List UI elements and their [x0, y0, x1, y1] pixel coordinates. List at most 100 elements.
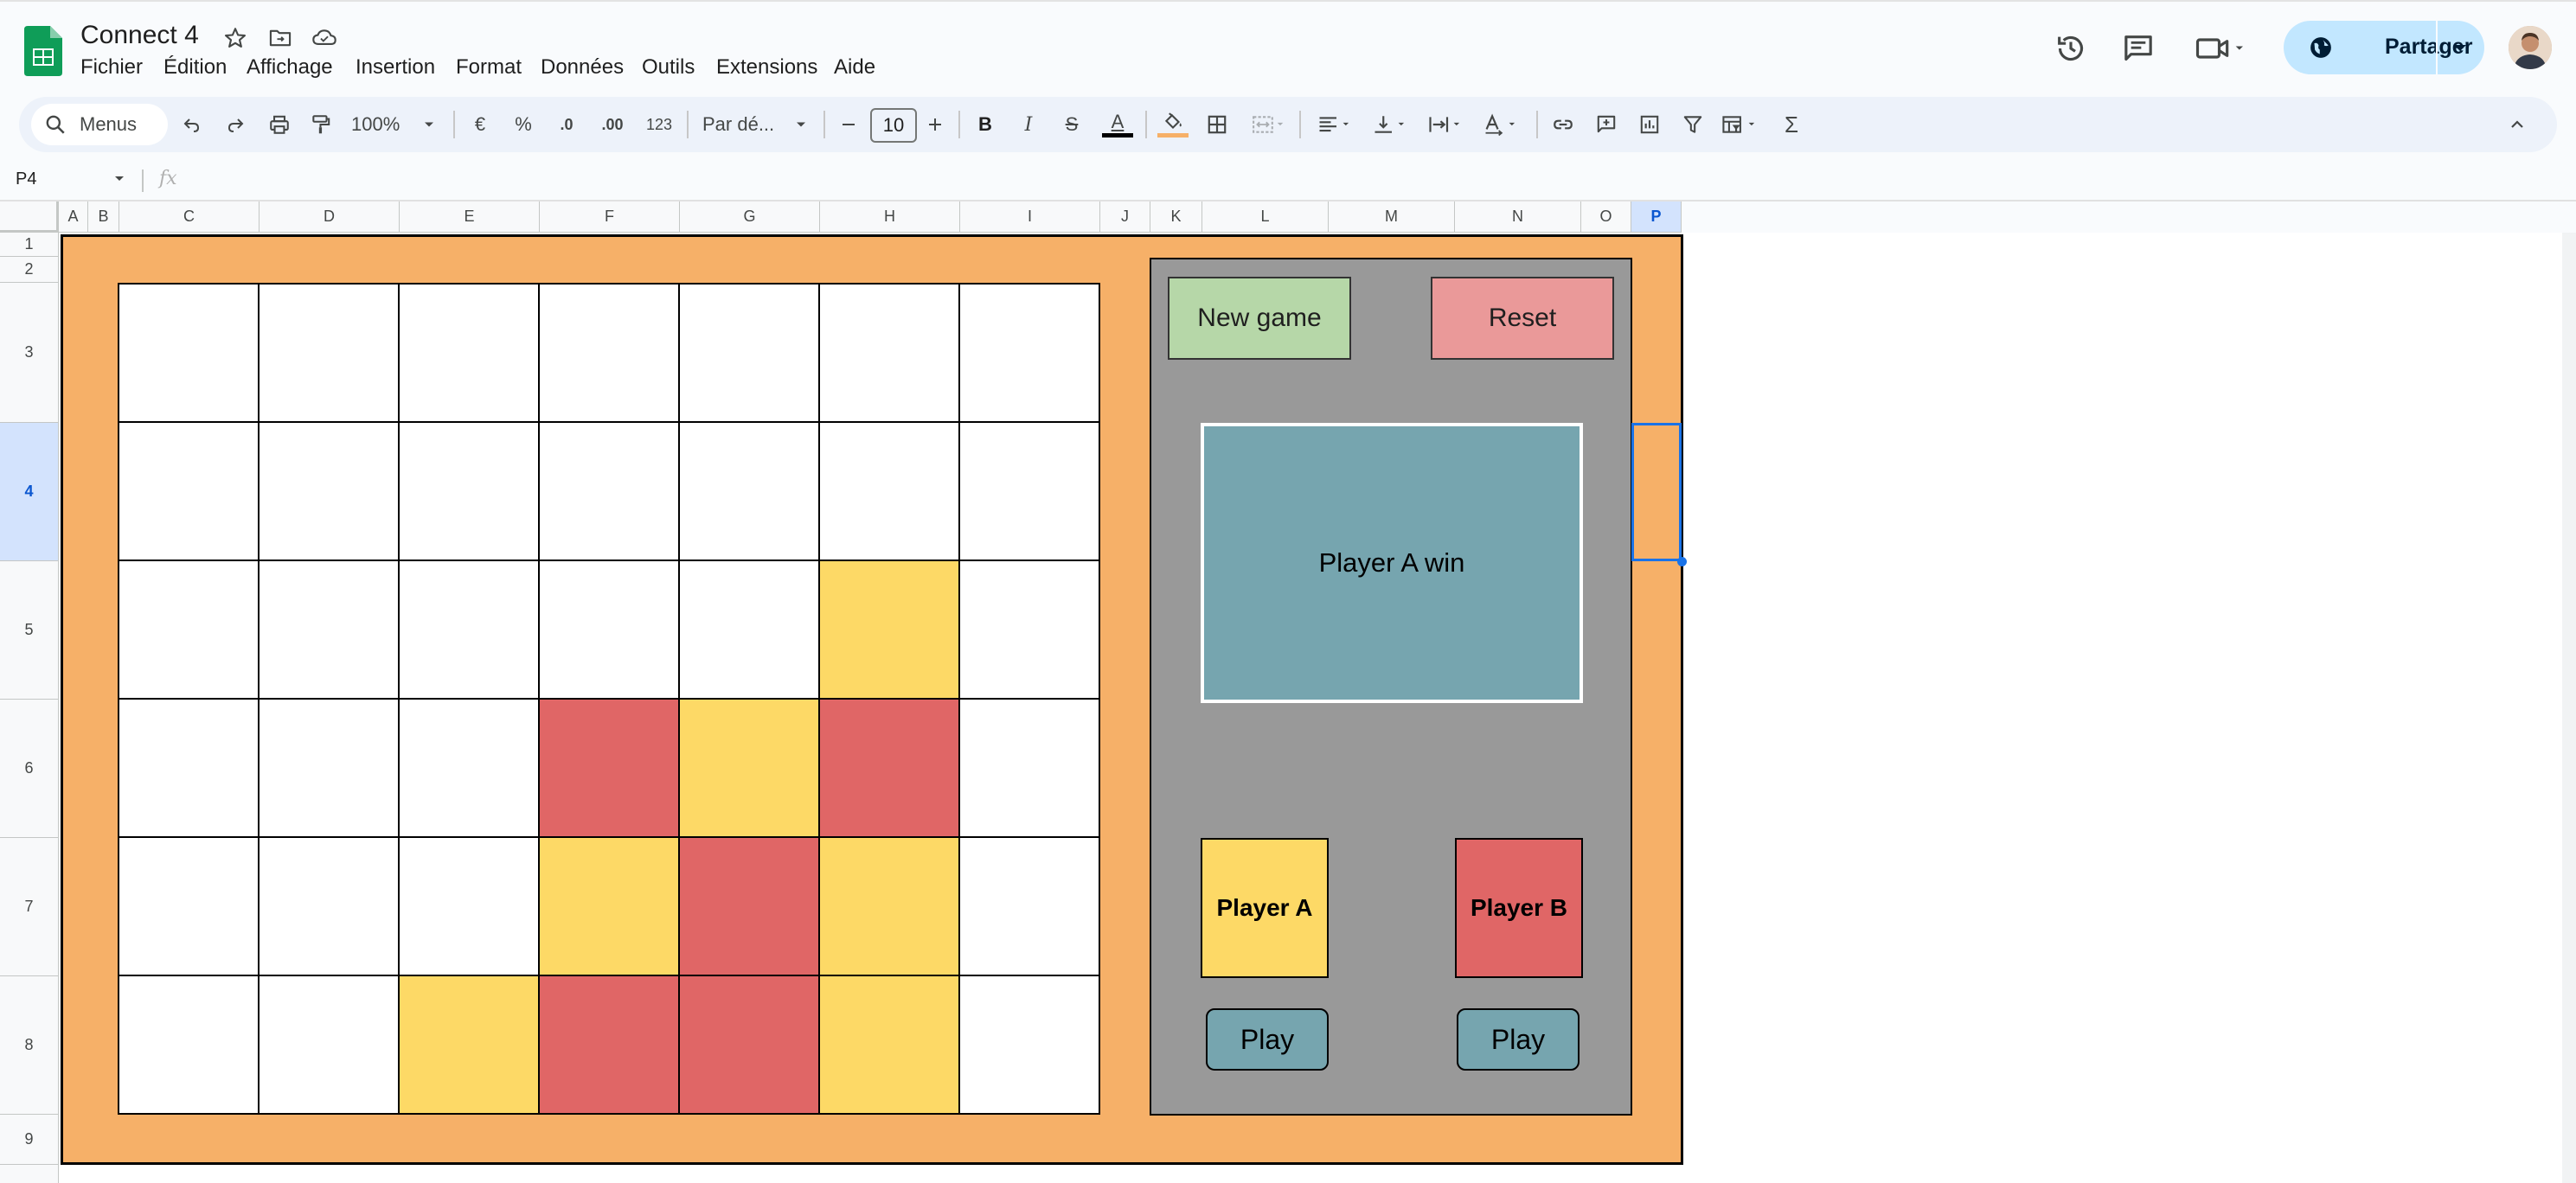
insert-comment-icon[interactable]: [1593, 111, 1619, 138]
horizontal-align-icon[interactable]: [1313, 111, 1360, 138]
text-rotation-icon[interactable]: [1479, 111, 1526, 138]
format-percent-button[interactable]: %: [510, 111, 536, 138]
row-header-1[interactable]: 1: [0, 233, 59, 257]
board-cell-empty[interactable]: [678, 560, 820, 700]
borders-icon[interactable]: [1204, 111, 1230, 138]
board-cell-empty[interactable]: [118, 975, 260, 1115]
board-cell-empty[interactable]: [958, 975, 1100, 1115]
vertical-scrollbar[interactable]: [2562, 233, 2576, 1183]
functions-button[interactable]: Σ: [1780, 111, 1803, 138]
font-size-decrease-icon[interactable]: [837, 111, 860, 138]
active-cell-selection[interactable]: [1631, 423, 1682, 561]
italic-button[interactable]: I: [1017, 111, 1040, 138]
meet-video-icon[interactable]: [2194, 31, 2249, 66]
column-header-n[interactable]: N: [1455, 201, 1581, 233]
formula-input[interactable]: [187, 169, 2557, 194]
board-cell-empty[interactable]: [258, 975, 400, 1115]
column-header-o[interactable]: O: [1581, 201, 1631, 233]
filter-icon[interactable]: [1680, 111, 1706, 138]
board-cell-empty[interactable]: [398, 698, 540, 838]
font-family-select[interactable]: Par dé...: [702, 111, 789, 138]
board-cell-red[interactable]: [538, 975, 680, 1115]
text-wrapping-icon[interactable]: [1424, 111, 1471, 138]
board-cell-red[interactable]: [538, 698, 680, 838]
merge-cells-icon[interactable]: [1247, 111, 1291, 138]
more-formats-button[interactable]: 123: [640, 111, 678, 138]
text-color-button[interactable]: A: [1100, 111, 1135, 138]
menu-affichage[interactable]: Affichage: [247, 55, 333, 80]
cloud-saved-icon[interactable]: [311, 26, 336, 50]
board-cell-empty[interactable]: [398, 560, 540, 700]
insert-chart-icon[interactable]: [1637, 111, 1663, 138]
board-cell-empty[interactable]: [118, 836, 260, 976]
row-header-6[interactable]: 6: [0, 700, 59, 838]
column-header-e[interactable]: E: [400, 201, 540, 233]
column-header-b[interactable]: B: [88, 201, 119, 233]
board-cell-empty[interactable]: [958, 283, 1100, 423]
select-all-corner[interactable]: [0, 201, 59, 233]
board-cell-empty[interactable]: [678, 421, 820, 561]
sheets-logo-icon[interactable]: [24, 26, 62, 76]
board-cell-empty[interactable]: [538, 283, 680, 423]
board-cell-yellow[interactable]: [538, 836, 680, 976]
menu-extensions[interactable]: Extensions: [716, 55, 817, 80]
filter-views-icon[interactable]: [1716, 111, 1766, 138]
menu-insertion[interactable]: Insertion: [356, 55, 435, 80]
board-cell-red[interactable]: [678, 836, 820, 976]
board-cell-empty[interactable]: [818, 283, 960, 423]
zoom-select[interactable]: 100%: [351, 111, 408, 138]
board-cell-empty[interactable]: [258, 698, 400, 838]
strikethrough-button[interactable]: S: [1061, 111, 1083, 138]
board-cell-empty[interactable]: [398, 836, 540, 976]
move-folder-icon[interactable]: [268, 26, 292, 50]
zoom-dropdown-icon[interactable]: [420, 111, 438, 138]
board-cell-empty[interactable]: [678, 283, 820, 423]
paint-format-icon[interactable]: [308, 111, 334, 138]
menu-aide[interactable]: Aide: [834, 55, 875, 80]
board-cell-empty[interactable]: [538, 421, 680, 561]
row-header-9[interactable]: 9: [0, 1115, 59, 1165]
star-icon[interactable]: [223, 26, 247, 50]
column-header-g[interactable]: G: [680, 201, 820, 233]
reset-button[interactable]: Reset: [1431, 277, 1614, 360]
print-icon[interactable]: [266, 111, 292, 138]
document-title[interactable]: Connect 4: [80, 21, 199, 50]
column-header-p[interactable]: P: [1631, 201, 1682, 233]
menu-donnees[interactable]: Données: [541, 55, 624, 80]
version-history-icon[interactable]: [2054, 31, 2088, 66]
board-cell-yellow[interactable]: [818, 836, 960, 976]
column-header-f[interactable]: F: [540, 201, 680, 233]
font-dropdown-icon[interactable]: [792, 111, 810, 138]
column-header-c[interactable]: C: [119, 201, 260, 233]
font-size-increase-icon[interactable]: [924, 111, 946, 138]
row-header-7[interactable]: 7: [0, 838, 59, 976]
board-cell-empty[interactable]: [258, 421, 400, 561]
row-header-4[interactable]: 4: [0, 423, 59, 561]
row-header-8[interactable]: 8: [0, 976, 59, 1115]
play-b-button[interactable]: Play: [1457, 1008, 1580, 1071]
menu-outils[interactable]: Outils: [642, 55, 695, 80]
menu-format[interactable]: Format: [456, 55, 522, 80]
column-header-h[interactable]: H: [820, 201, 960, 233]
menu-edition[interactable]: Édition: [163, 55, 227, 80]
board-cell-empty[interactable]: [118, 283, 260, 423]
account-avatar[interactable]: [2509, 26, 2552, 69]
row-header-2[interactable]: 2: [0, 257, 59, 283]
share-dropdown-icon[interactable]: [2450, 39, 2470, 56]
increase-decimals-button[interactable]: .00: [595, 111, 630, 138]
board-cell-yellow[interactable]: [818, 975, 960, 1115]
board-cell-yellow[interactable]: [678, 698, 820, 838]
row-header-3[interactable]: 3: [0, 283, 59, 423]
name-box[interactable]: P4: [16, 169, 36, 189]
board-cell-empty[interactable]: [958, 560, 1100, 700]
board-cell-empty[interactable]: [958, 836, 1100, 976]
comments-icon[interactable]: [2121, 31, 2156, 66]
board-cell-empty[interactable]: [258, 560, 400, 700]
board-cell-empty[interactable]: [258, 283, 400, 423]
vertical-align-icon[interactable]: [1368, 111, 1415, 138]
decrease-decimals-button[interactable]: .0: [552, 111, 581, 138]
board-cell-empty[interactable]: [118, 698, 260, 838]
board-cell-empty[interactable]: [958, 421, 1100, 561]
board-cell-empty[interactable]: [818, 421, 960, 561]
row-header-5[interactable]: 5: [0, 561, 59, 700]
